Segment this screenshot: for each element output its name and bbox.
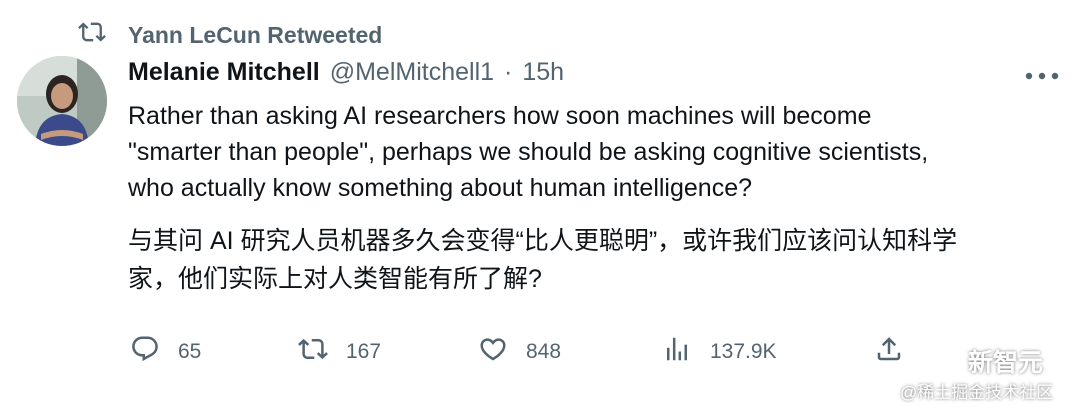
tweet-header: Melanie Mitchell @MelMitchell1 · 15h: [128, 58, 564, 94]
analytics-icon: [662, 334, 692, 370]
reply-icon: [130, 334, 160, 370]
retweet-count: 167: [346, 340, 382, 363]
more-options-button[interactable]: [1022, 64, 1062, 88]
reply-button[interactable]: 65: [130, 332, 201, 372]
header-separator: ·: [504, 58, 513, 86]
author-name[interactable]: Melanie Mitchell: [128, 58, 320, 87]
retweet-label: Yann LeCun Retweeted: [128, 21, 383, 48]
avatar[interactable]: [17, 56, 107, 146]
like-count: 848: [526, 340, 562, 363]
retweet-button[interactable]: 167: [298, 332, 381, 372]
more-icon: [1025, 67, 1059, 85]
retweet-icon: [298, 334, 328, 370]
brand-label: 新智元: [968, 349, 1044, 377]
like-button[interactable]: 848: [478, 332, 561, 372]
translation-line: 与其问 AI 研究人员机器多久会变得“比人更聪明”，或许我们应该问认知科学: [128, 227, 958, 255]
translation-line: 家，他们实际上对人类智能有所了解?: [128, 265, 542, 293]
views-count: 137.9K: [710, 340, 777, 363]
share-icon: [874, 334, 904, 370]
action-bar: 65 167 848 137.9K: [0, 332, 1080, 372]
share-button[interactable]: [874, 332, 904, 372]
retweet-icon: [78, 18, 106, 52]
wechat-logo-icon: [930, 345, 960, 378]
tweet-line: Rather than asking AI researchers how so…: [128, 102, 872, 130]
source-watermark: @稀土掘金技术社区: [900, 383, 1054, 402]
translation-text: 与其问 AI 研究人员机器多久会变得“比人更聪明”，或许我们应该问认知科学 家，…: [128, 222, 1058, 298]
tweet-line: who actually know something about human …: [128, 174, 752, 202]
author-handle[interactable]: @MelMitchell1: [330, 58, 494, 87]
tweet-time[interactable]: 15h: [522, 58, 564, 87]
tweet-line: "smarter than people", perhaps we should…: [128, 138, 929, 166]
retweet-context[interactable]: Yann LeCun Retweeted: [78, 18, 382, 52]
reply-count: 65: [178, 340, 202, 363]
views-button[interactable]: 137.9K: [662, 332, 777, 372]
heart-icon: [478, 334, 508, 370]
tweet-text: Rather than asking AI researchers how so…: [128, 98, 1058, 206]
brand-watermark: 新智元: [930, 343, 1043, 379]
